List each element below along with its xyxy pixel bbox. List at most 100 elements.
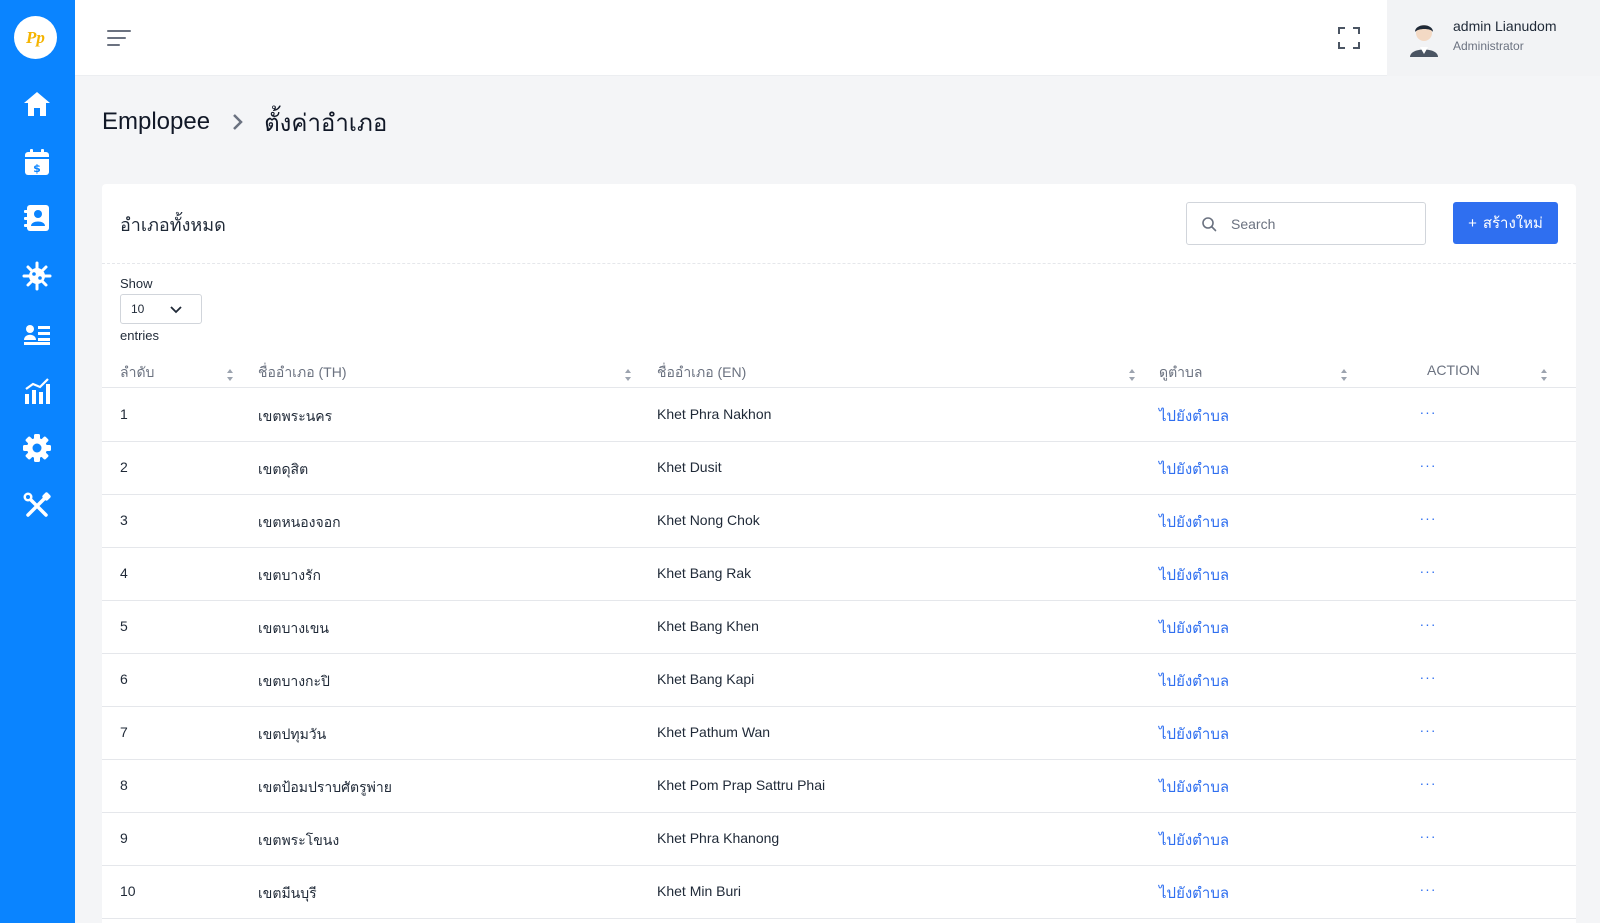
table-row: 5 เขตบางเขน Khet Bang Khen ไปยังตำบล ··· [102,601,1576,654]
cell-no: 1 [120,406,128,422]
sort-icon[interactable] [1128,368,1136,382]
subdistrict-link[interactable]: ไปยังตำบล [1159,722,1229,746]
more-actions-icon[interactable]: ··· [1418,667,1438,687]
card-header: อำเภอทั้งหมด + สร้างใหม่ [102,184,1576,264]
breadcrumb-root[interactable]: Emplopee [102,108,210,136]
subdistrict-link[interactable]: ไปยังตำบล [1159,669,1229,693]
cell-name-en: Khet Min Buri [657,883,742,899]
cell-name-en: Khet Pathum Wan [657,724,771,740]
more-actions-icon[interactable]: ··· [1418,508,1438,528]
topbar: admin Lianudom Administrator [75,0,1600,76]
cell-name-en: Khet Phra Khanong [657,830,780,846]
subdistrict-link[interactable]: ไปยังตำบล [1159,457,1229,481]
sidebar-item-settings[interactable] [17,428,57,468]
sidebar-item-home[interactable] [17,84,57,124]
sort-icon[interactable] [1540,368,1548,382]
svg-text:$: $ [33,162,41,175]
col-header-no[interactable]: ลำดับ [120,362,154,384]
cell-no: 7 [120,724,128,740]
sort-icon[interactable] [226,368,234,382]
cell-name-th: เขตดุสิต [258,461,309,477]
search-icon [1202,217,1217,232]
chevron-right-icon [233,114,243,130]
col-header-name-en[interactable]: ชื่ออำเภอ (EN) [657,362,746,384]
menu-toggle-icon[interactable] [105,24,133,52]
contact-book-icon [24,205,49,231]
cell-name-en: Khet Dusit [657,459,722,475]
cell-no: 2 [120,459,128,475]
avatar [1410,25,1438,57]
cell-name-th: เขตบางรัก [258,567,322,583]
cell-name-en: Khet Bang Kapi [657,671,755,687]
more-actions-icon[interactable]: ··· [1418,614,1438,634]
cell-name-th: เขตบางเขน [258,620,329,636]
virus-icon [22,261,52,291]
table-row: 2 เขตดุสิต Khet Dusit ไปยังตำบล ··· [102,442,1576,495]
fullscreen-icon[interactable] [1335,24,1363,52]
cell-no: 8 [120,777,128,793]
table-row: 10 เขตมีนบุรี Khet Min Buri ไปยังตำบล ··… [102,866,1576,919]
bar-chart-icon [25,378,50,404]
more-actions-icon[interactable]: ··· [1418,773,1438,793]
cell-name-en: Khet Nong Chok [657,512,760,528]
sidebar-item-reports[interactable] [17,372,57,412]
sidebar-item-covid[interactable] [17,256,57,296]
subdistrict-link[interactable]: ไปยังตำบล [1159,828,1229,852]
create-button[interactable]: + สร้างใหม่ [1453,202,1558,244]
subdistrict-link[interactable]: ไปยังตำบล [1159,775,1229,799]
table-row: 7 เขตปทุมวัน Khet Pathum Wan ไปยังตำบล ·… [102,707,1576,760]
subdistrict-link[interactable]: ไปยังตำบล [1159,881,1229,905]
subdistrict-link[interactable]: ไปยังตำบล [1159,563,1229,587]
cell-no: 10 [120,883,136,899]
table-row: 3 เขตหนองจอก Khet Nong Chok ไปยังตำบล ··… [102,495,1576,548]
calendar-dollar-icon: $ [25,149,49,175]
sidebar: Pp $ [0,0,75,923]
card-title: อำเภอทั้งหมด [120,215,226,235]
entries-label: entries [120,328,160,343]
sidebar-item-tools[interactable] [17,486,57,526]
cell-name-th: เขตหนองจอก [258,514,341,530]
sidebar-item-user-list[interactable] [17,314,57,354]
entries-select[interactable]: 10 [120,294,202,324]
user-name: admin Lianudom [1453,18,1557,34]
col-header-subdistrict[interactable]: ดูตำบล [1159,362,1203,384]
table-row: 4 เขตบางรัก Khet Bang Rak ไปยังตำบล ··· [102,548,1576,601]
sidebar-item-payroll[interactable]: $ [17,142,57,182]
cell-name-th: เขตป้อมปราบศัตรูพ่าย [258,779,392,795]
cell-name-en: Khet Bang Khen [657,618,759,634]
subdistrict-link[interactable]: ไปยังตำบล [1159,404,1229,428]
more-actions-icon[interactable]: ··· [1418,826,1438,846]
create-button-label: สร้างใหม่ [1482,215,1543,232]
user-list-icon [24,325,50,345]
user-menu[interactable]: admin Lianudom Administrator [1387,0,1600,76]
sort-icon[interactable] [624,368,632,382]
table-row: 8 เขตป้อมปราบศัตรูพ่าย Khet Pom Prap Sat… [102,760,1576,813]
cell-name-en: Khet Bang Rak [657,565,752,581]
cell-name-en: Khet Pom Prap Sattru Phai [657,777,826,793]
more-actions-icon[interactable]: ··· [1418,720,1438,740]
tools-icon [23,492,51,517]
district-card: อำเภอทั้งหมด + สร้างใหม่ Show 10 entries… [102,184,1576,923]
col-header-name-th[interactable]: ชื่ออำเภอ (TH) [258,362,346,384]
cell-no: 9 [120,830,128,846]
app-logo[interactable]: Pp [14,16,57,59]
more-actions-icon[interactable]: ··· [1418,561,1438,581]
subdistrict-link[interactable]: ไปยังตำบล [1159,510,1229,534]
sidebar-item-employees[interactable] [17,198,57,238]
subdistrict-link[interactable]: ไปยังตำบล [1159,616,1229,640]
col-header-action: ACTION [1427,362,1480,378]
breadcrumb-current: ตั้งค่าอำเภอ [264,109,388,137]
more-actions-icon[interactable]: ··· [1418,455,1438,475]
cell-no: 5 [120,618,128,634]
user-role: Administrator [1453,39,1524,53]
more-actions-icon[interactable]: ··· [1418,879,1438,899]
cell-no: 3 [120,512,128,528]
home-icon [24,92,50,116]
more-actions-icon[interactable]: ··· [1418,402,1438,422]
table-row: 9 เขตพระโขนง Khet Phra Khanong ไปยังตำบล… [102,813,1576,866]
search-box[interactable] [1186,202,1426,245]
cell-name-th: เขตปทุมวัน [258,726,327,742]
sort-icon[interactable] [1340,368,1348,382]
cell-name-th: เขตพระโขนง [258,832,340,848]
search-input[interactable] [1231,213,1411,235]
